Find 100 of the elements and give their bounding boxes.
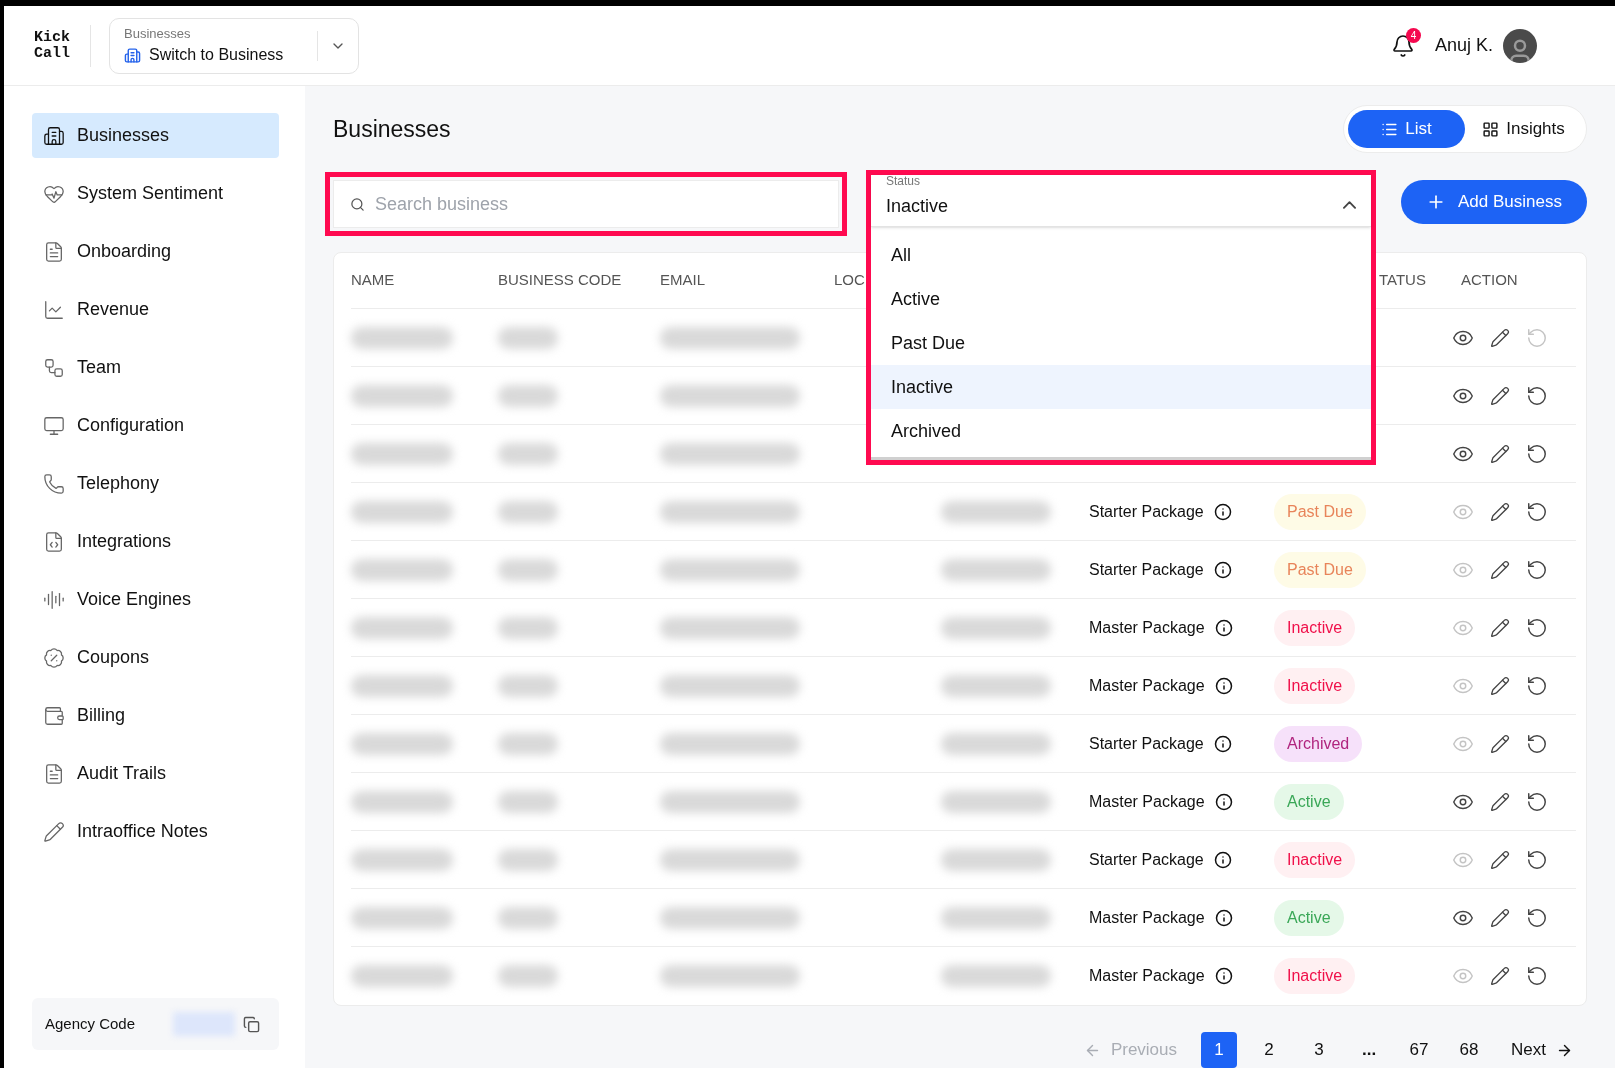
status-option[interactable]: Active xyxy=(871,277,1371,321)
view-tab[interactable]: Insights xyxy=(1465,110,1582,148)
info-icon[interactable] xyxy=(1213,502,1232,521)
bell-icon xyxy=(1390,33,1415,58)
package-name: Starter Package xyxy=(1089,733,1204,754)
page-button[interactable]: 68 xyxy=(1451,1032,1488,1068)
restore-button[interactable] xyxy=(1526,558,1548,581)
blurred-text xyxy=(498,442,558,465)
edit-button[interactable] xyxy=(1490,501,1510,522)
building-icon xyxy=(124,46,141,64)
edit-button[interactable] xyxy=(1490,733,1510,754)
edit-button[interactable] xyxy=(1490,966,1510,986)
restore-button[interactable] xyxy=(1526,732,1548,755)
avatar[interactable] xyxy=(1503,28,1537,63)
sidebar-item[interactable]: Audit Trails xyxy=(32,751,279,796)
sidebar-item[interactable]: Businesses xyxy=(32,113,279,158)
status-option[interactable]: Inactive xyxy=(871,365,1371,409)
status-badge: Archived xyxy=(1274,725,1363,762)
search-field[interactable]: Search business xyxy=(333,180,839,228)
column-header: ACTION xyxy=(1461,270,1519,291)
page-button[interactable]: 2 xyxy=(1251,1032,1288,1068)
sidebar-item[interactable]: Onboarding xyxy=(32,229,279,274)
edit-button[interactable] xyxy=(1490,559,1510,580)
info-icon[interactable] xyxy=(1214,676,1233,695)
status-option[interactable]: Archived xyxy=(871,409,1371,453)
notifications-button[interactable]: 4 xyxy=(1384,27,1421,64)
info-icon[interactable] xyxy=(1213,734,1232,753)
package-name: Starter Package xyxy=(1089,849,1204,870)
info-icon[interactable] xyxy=(1214,967,1233,985)
restore-button[interactable] xyxy=(1526,906,1548,929)
status-badge: Inactive xyxy=(1274,958,1356,994)
sidebar-item[interactable]: Billing xyxy=(32,693,279,738)
info-icon[interactable] xyxy=(1214,618,1233,637)
restore-button[interactable] xyxy=(1526,384,1548,407)
next-button[interactable]: Next xyxy=(1511,1037,1573,1063)
monitor-icon xyxy=(43,414,65,437)
page-button[interactable]: ... xyxy=(1351,1032,1388,1068)
document-icon xyxy=(43,762,65,785)
info-icon[interactable] xyxy=(1214,792,1233,811)
status-badge: Past Due xyxy=(1274,551,1366,588)
blurred-text xyxy=(498,906,558,929)
building-icon xyxy=(43,124,65,147)
sidebar-item[interactable]: Integrations xyxy=(32,519,279,564)
status-badge: Active xyxy=(1274,783,1344,820)
sidebar-item[interactable]: Voice Engines xyxy=(32,577,279,622)
sidebar-item[interactable]: Configuration xyxy=(32,403,279,448)
copy-icon[interactable] xyxy=(243,1015,260,1033)
package-name: Master Package xyxy=(1089,966,1205,986)
pencil-icon xyxy=(43,820,65,843)
code-file-icon xyxy=(43,530,65,553)
status-badge: Inactive xyxy=(1274,609,1356,646)
edit-button[interactable] xyxy=(1490,443,1510,464)
search-input[interactable]: Search business xyxy=(375,190,822,218)
search-icon xyxy=(350,196,365,212)
sidebar-item[interactable]: Team xyxy=(32,345,279,390)
restore-button[interactable] xyxy=(1526,965,1548,987)
sidebar-item[interactable]: Telephony xyxy=(32,461,279,506)
edit-button[interactable] xyxy=(1490,675,1510,696)
package-name: Master Package xyxy=(1089,617,1205,638)
blurred-text xyxy=(498,616,558,639)
edit-button[interactable] xyxy=(1490,907,1510,928)
column-header: LOC xyxy=(834,270,866,291)
wallet-icon xyxy=(43,704,65,727)
restore-button[interactable] xyxy=(1526,674,1548,697)
edit-button[interactable] xyxy=(1490,385,1510,406)
restore-button[interactable] xyxy=(1526,616,1548,639)
add-business-button[interactable]: Add Business xyxy=(1401,180,1587,224)
sidebar-item[interactable]: System Sentiment xyxy=(32,171,279,216)
status-label: Status xyxy=(886,175,921,187)
business-switcher[interactable]: Businesses Switch to Business xyxy=(109,17,359,74)
restore-button[interactable] xyxy=(1526,848,1548,871)
chart-icon xyxy=(43,298,65,321)
sidebar-item[interactable]: Coupons xyxy=(32,635,279,680)
status-option[interactable]: Past Due xyxy=(871,321,1371,365)
page-button[interactable]: 67 xyxy=(1401,1032,1438,1068)
blurred-text xyxy=(498,384,558,407)
page-button[interactable]: 3 xyxy=(1301,1032,1338,1068)
agency-code-label: Agency Code xyxy=(45,1013,137,1034)
sidebar-item[interactable]: Revenue xyxy=(32,287,279,332)
page-button[interactable]: 1 xyxy=(1201,1032,1238,1068)
edit-button[interactable] xyxy=(1490,617,1510,638)
chevron-up-icon xyxy=(1343,200,1356,209)
restore-button[interactable] xyxy=(1526,790,1548,813)
blurred-text xyxy=(498,848,558,871)
grid-icon xyxy=(1482,120,1500,138)
sidebar-item[interactable]: Intraoffice Notes xyxy=(32,809,279,854)
restore-button[interactable] xyxy=(1526,442,1548,465)
info-icon[interactable] xyxy=(1213,560,1232,579)
info-icon[interactable] xyxy=(1213,850,1232,869)
edit-button[interactable] xyxy=(1490,849,1510,870)
edit-button[interactable] xyxy=(1490,327,1510,348)
edit-button[interactable] xyxy=(1490,791,1510,812)
blurred-text xyxy=(498,790,558,813)
sound-wave-icon xyxy=(43,588,65,611)
restore-button[interactable] xyxy=(1526,500,1548,523)
column-header: EMAIL xyxy=(660,270,706,291)
info-icon[interactable] xyxy=(1214,908,1233,927)
view-tab[interactable]: List xyxy=(1348,110,1465,148)
status-option[interactable]: All xyxy=(871,233,1371,277)
user-name: Anuj K. xyxy=(1434,34,1493,57)
